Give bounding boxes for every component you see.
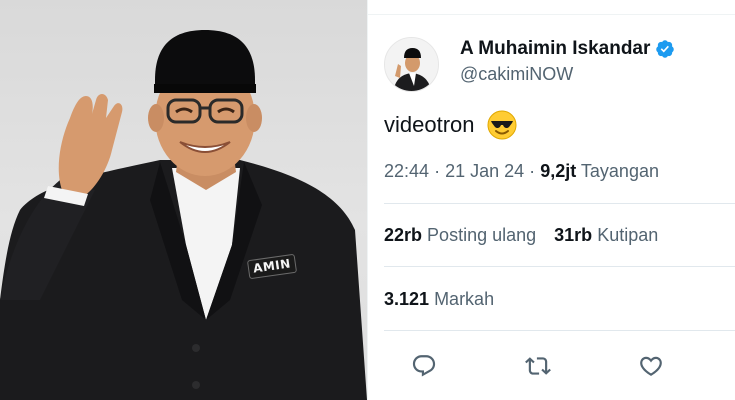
- bookmarks-stat[interactable]: 3.121 Markah: [384, 289, 494, 310]
- divider: [384, 330, 735, 331]
- quotes-count: 31rb: [554, 225, 593, 245]
- views-label: Tayangan: [580, 161, 659, 181]
- avatar[interactable]: [384, 37, 439, 92]
- quotes-stat[interactable]: 31rb Kutipan: [554, 225, 658, 246]
- tweet-date[interactable]: 21 Jan 24: [445, 161, 524, 181]
- tweet-actions: [368, 348, 735, 384]
- author-name-row[interactable]: A Muhaimin Iskandar: [460, 38, 675, 60]
- profile-photo: AMIN: [0, 0, 367, 400]
- divider: [384, 266, 735, 267]
- display-name[interactable]: A Muhaimin Iskandar: [460, 38, 650, 60]
- views-count: 9,2jt: [540, 161, 577, 181]
- quotes-label: Kutipan: [597, 225, 659, 245]
- top-divider: [368, 14, 735, 15]
- reposts-count: 22rb: [384, 225, 423, 245]
- man-saluting-illustration: [0, 30, 367, 400]
- reposts-label: Posting ulang: [427, 225, 537, 245]
- tweet-text: videotron: [384, 110, 517, 140]
- repost-button[interactable]: [520, 348, 556, 384]
- meta-separator: ·: [434, 161, 441, 181]
- engagement-stats: 22rb Posting ulang 31rb Kutipan: [384, 225, 658, 246]
- avatar-portrait-icon: [385, 38, 438, 91]
- like-button[interactable]: [633, 348, 669, 384]
- reposts-stat[interactable]: 22rb Posting ulang: [384, 225, 536, 246]
- smiling-face-with-sunglasses-icon: [487, 110, 517, 140]
- tweet-meta: 22:44 · 21 Jan 24 · 9,2jt Tayangan: [384, 161, 659, 182]
- user-handle[interactable]: @cakimiNOW: [460, 64, 573, 85]
- tweet-time[interactable]: 22:44: [384, 161, 429, 181]
- like-icon: [640, 356, 662, 376]
- tweet-text-content: videotron: [384, 112, 475, 137]
- reply-button[interactable]: [406, 348, 442, 384]
- meta-separator: ·: [529, 161, 536, 181]
- bookmarks-label: Markah: [434, 289, 495, 309]
- tweet-card: A Muhaimin Iskandar @cakimiNOW videotron…: [367, 0, 735, 400]
- repost-icon: [525, 357, 551, 375]
- divider: [384, 203, 735, 204]
- verified-badge-icon: [655, 39, 675, 59]
- bookmarks-count: 3.121: [384, 289, 430, 309]
- reply-icon: [412, 355, 436, 377]
